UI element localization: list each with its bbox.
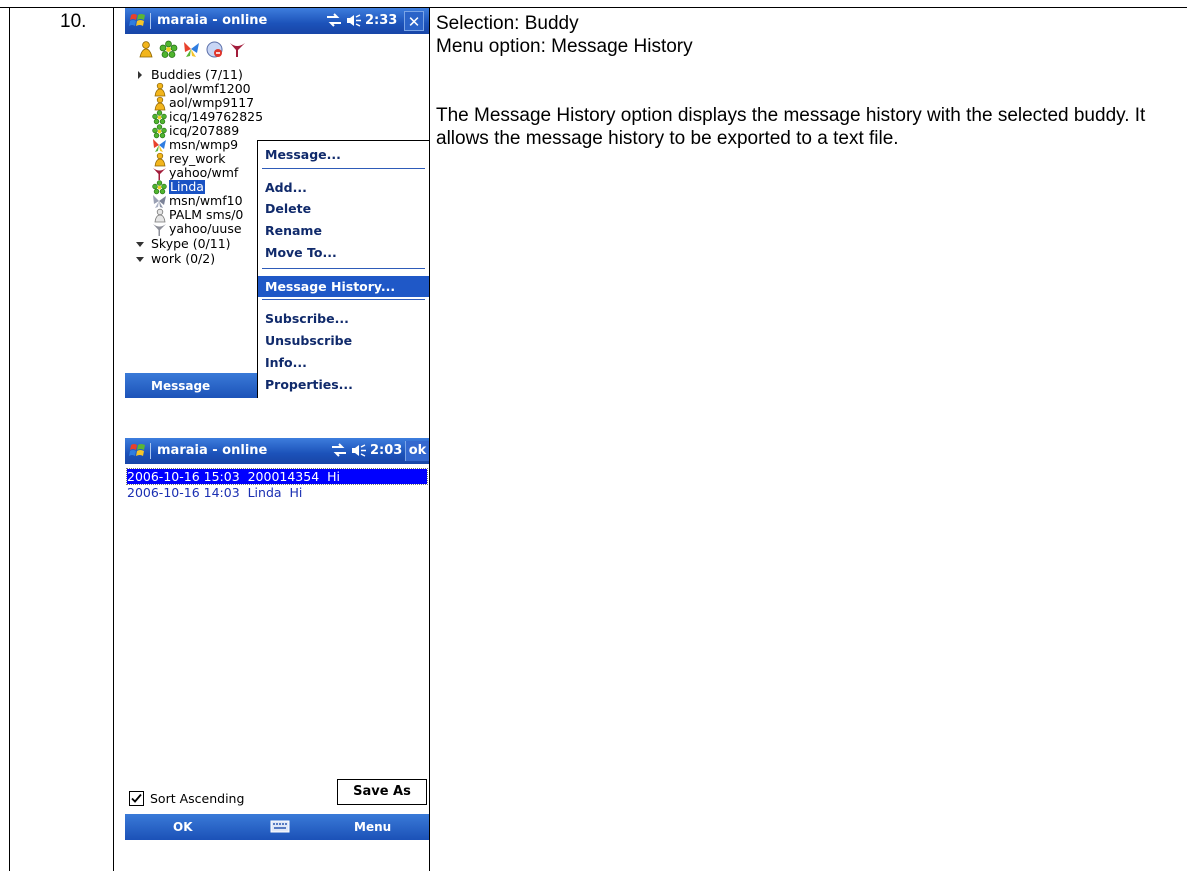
row-number: 10. [60,11,87,32]
icq-icon [152,180,167,195]
softkey-bar: OK Menu [125,814,429,840]
windows-start-icon[interactable] [128,441,148,461]
icq-icon [152,124,167,139]
menu-item-message[interactable]: Message... [258,144,429,165]
menu-item-unsubscribe[interactable]: Unsubscribe [258,330,429,351]
description-paragraph: The Message History option displays the … [436,105,1146,149]
menu-item-info[interactable]: Info... [258,352,429,373]
collapse-arrow-icon[interactable] [138,71,142,79]
ok-button[interactable]: ok [405,441,429,461]
window-title: maraia - online [157,443,268,458]
buddy-list-screen: maraia - online 2:33 ✕ Buddies (7/11) ao… [125,8,429,398]
menu-separator [262,268,425,269]
title-bar: maraia - online 2:33 ✕ [125,8,429,34]
group-label: Skype (0/11) [151,236,231,251]
aol-icon[interactable] [136,40,155,59]
menu-item-subscribe[interactable]: Subscribe... [258,308,429,329]
aol-icon [154,82,166,97]
title-bar: maraia - online 2:03 ok [125,438,429,464]
icq-icon [152,110,167,125]
connectivity-icon[interactable] [325,13,343,27]
window-title: maraia - online [157,13,268,28]
volume-icon[interactable] [351,443,367,458]
close-button[interactable]: ✕ [404,11,424,31]
title-separator [150,443,151,459]
menu-item-properties[interactable]: Properties... [258,374,429,395]
menu-option-line: Menu option: Message History [436,36,693,57]
message-history-screen: maraia - online 2:03 ok 2006-10-16 15:03… [125,438,429,871]
context-menu: Message... Add... Delete Rename Move To.… [257,140,429,398]
icq-icon[interactable] [159,40,178,59]
history-message: Hi [289,485,303,500]
menu-item-move-to[interactable]: Move To... [258,242,429,263]
history-row[interactable]: 2006-10-16 14:03 Linda Hi [127,485,427,500]
sort-ascending-checkbox[interactable] [129,791,144,806]
yahoo-icon [153,168,166,180]
aol-icon [154,152,166,167]
history-date: 2006-10-16 14:03 [127,485,240,500]
history-row-selected[interactable]: 2006-10-16 15:03 200014354 Hi [126,468,428,485]
save-as-button[interactable]: Save As [337,779,427,805]
volume-icon[interactable] [346,13,362,28]
history-date: 2006-10-16 15:03 [127,469,240,484]
yahoo-icon[interactable] [228,40,247,59]
msn-icon[interactable] [182,40,201,59]
menu-item-delete[interactable]: Delete [258,198,429,219]
menu-item-rename[interactable]: Rename [258,220,429,241]
yahoo-icon [153,224,166,236]
msn-icon [153,139,166,152]
connectivity-icon[interactable] [330,443,348,457]
clock: 2:33 [365,13,398,28]
history-sender: 200014354 [247,469,320,484]
group-label: work (0/2) [151,251,216,266]
softkey-ok[interactable]: OK [173,820,193,834]
expand-arrow-icon[interactable] [136,242,144,247]
softkey-menu[interactable]: Menu [354,820,391,834]
sort-ascending-label[interactable]: Sort Ascending [150,791,244,806]
skype-icon[interactable] [205,40,224,59]
network-toolbar [125,35,429,66]
history-message: Hi [327,469,340,484]
history-sender: Linda [247,485,282,500]
softkey-message[interactable]: Message [151,379,210,393]
menu-item-add[interactable]: Add... [258,177,429,198]
keyboard-icon[interactable] [270,819,290,834]
menu-separator [262,168,425,169]
expand-arrow-icon[interactable] [136,257,144,262]
aol-icon [154,96,166,111]
msn-icon [153,195,166,208]
checkmark-icon [131,793,142,803]
selection-line: Selection: Buddy [436,13,579,34]
menu-item-message-history[interactable]: Message History... [258,276,429,297]
table-column-divider [113,7,114,871]
clock: 2:03 [370,443,403,458]
table-column-divider [429,7,430,871]
menu-separator [262,299,425,300]
windows-start-icon[interactable] [128,11,148,31]
buddy-label: yahoo/uuse [169,221,242,236]
person-icon [154,208,166,223]
table-left-border [9,7,10,871]
title-separator [150,13,151,29]
